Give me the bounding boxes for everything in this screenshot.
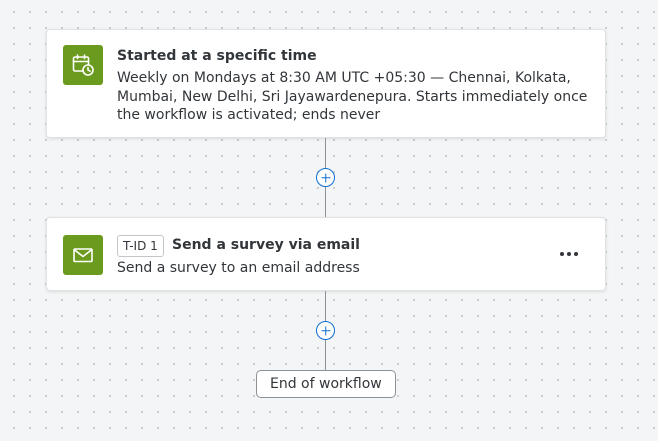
- task-card[interactable]: T-ID 1 Send a survey via email Send a su…: [46, 217, 606, 291]
- task-title: Send a survey via email: [172, 237, 360, 253]
- more-dot: [560, 252, 564, 256]
- more-options-icon[interactable]: [557, 244, 581, 264]
- more-dot: [574, 252, 578, 256]
- add-step-button[interactable]: [316, 168, 335, 187]
- more-dot: [567, 252, 571, 256]
- calendar-clock-icon: [63, 45, 103, 85]
- end-of-workflow-badge: End of workflow: [256, 370, 396, 398]
- task-description: Send a survey to an email address: [117, 260, 360, 276]
- trigger-title: Started at a specific time: [117, 48, 317, 64]
- trigger-description: Weekly on Mondays at 8:30 AM UTC +05:30 …: [117, 70, 588, 123]
- add-step-button[interactable]: [316, 321, 335, 340]
- email-icon: [63, 235, 103, 275]
- trigger-card[interactable]: Started at a specific time Weekly on Mon…: [46, 29, 606, 138]
- task-id-badge: T-ID 1: [117, 235, 164, 257]
